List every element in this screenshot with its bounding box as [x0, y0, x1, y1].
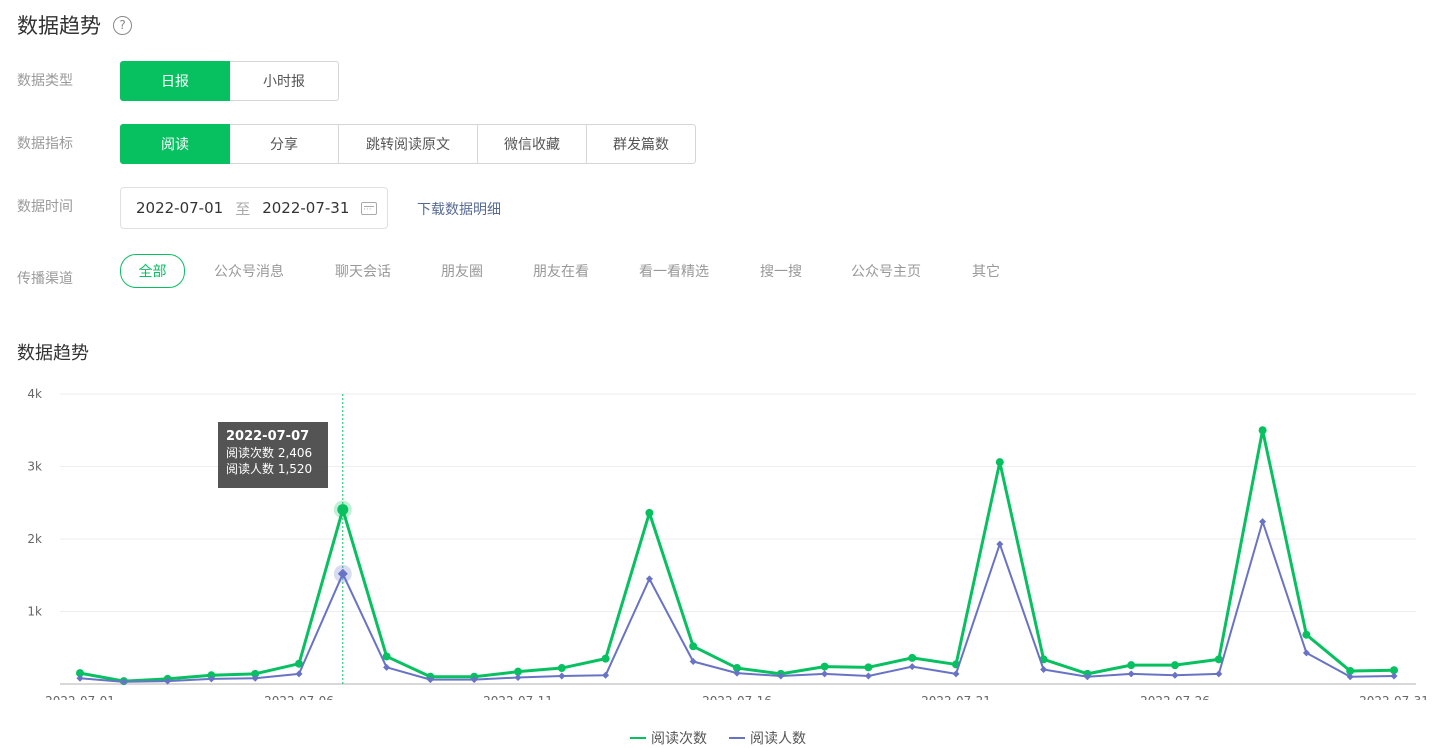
point-reads — [557, 664, 566, 673]
point-readers — [1127, 670, 1135, 678]
legend-label-readers: 阅读人数 — [750, 731, 806, 747]
y-tick-label: 3k — [27, 460, 42, 474]
point-reads — [337, 504, 349, 516]
metric-segment: 阅读 分享 跳转阅读原文 微信收藏 群发篇数 — [120, 124, 696, 164]
series-line-1 — [79, 520, 1395, 683]
download-detail-link[interactable]: 下载数据明细 — [417, 199, 501, 219]
metric-posts-button[interactable]: 群发篇数 — [586, 124, 696, 164]
channel-other[interactable]: 其它 — [972, 261, 1000, 281]
metric-jump-button[interactable]: 跳转阅读原文 — [338, 124, 478, 164]
x-tick-label: 2022-07-01 — [45, 694, 115, 700]
point-readers — [558, 672, 566, 680]
legend-marker-readers — [729, 737, 745, 739]
date-end[interactable]: 2022-07-31 — [262, 199, 349, 217]
point-readers — [689, 658, 697, 666]
date-range-picker[interactable]: 2022-07-01 至 2022-07-31 — [120, 187, 388, 229]
point-reads — [645, 508, 654, 517]
point-reads — [689, 642, 698, 651]
x-tick-label: 2022-07-26 — [1140, 694, 1210, 700]
point-readers — [1390, 672, 1398, 680]
type-daily-button[interactable]: 日报 — [120, 61, 230, 101]
page-title-text: 数据趋势 — [17, 14, 101, 38]
x-tick-label: 2022-07-11 — [483, 694, 553, 700]
tooltip-readers: 阅读人数 1,520 — [226, 462, 313, 476]
section-title: 数据趋势 — [17, 343, 89, 364]
metric-label: 数据指标 — [17, 136, 73, 152]
channel-top-stories[interactable]: 看一看精选 — [639, 261, 709, 281]
channel-all[interactable]: 全部 — [120, 254, 185, 288]
page-title: 数据趋势 ? — [17, 10, 132, 40]
point-readers — [514, 673, 522, 681]
legend-item-readers[interactable]: 阅读人数 — [729, 728, 806, 748]
point-readers — [602, 671, 610, 679]
time-label: 数据时间 — [17, 199, 73, 215]
type-segment: 日报 小时报 — [120, 61, 339, 101]
channel-search[interactable]: 搜一搜 — [760, 261, 802, 281]
metric-read-button[interactable]: 阅读 — [120, 124, 230, 164]
y-tick-label: 1k — [27, 605, 42, 619]
calendar-icon[interactable] — [361, 202, 377, 215]
metric-favorite-button[interactable]: 微信收藏 — [477, 124, 587, 164]
question-circle-icon[interactable]: ? — [113, 15, 132, 35]
type-hourly-button[interactable]: 小时报 — [229, 61, 339, 101]
y-tick-label: 2k — [27, 532, 42, 546]
point-reads — [1171, 661, 1179, 670]
point-readers — [645, 575, 653, 583]
y-tick-label: 4k — [27, 387, 42, 401]
x-tick-label: 2022-07-16 — [702, 694, 772, 700]
point-reads — [1127, 661, 1136, 670]
channel-friends-watching[interactable]: 朋友在看 — [533, 261, 589, 281]
point-reads — [864, 663, 873, 672]
channel-official-msg[interactable]: 公众号消息 — [214, 261, 284, 281]
point-readers — [1215, 670, 1223, 678]
x-tick-label: 2022-07-06 — [264, 694, 334, 700]
point-readers — [908, 663, 916, 671]
chart-legend: 阅读次数 阅读人数 — [630, 728, 806, 748]
channel-homepage[interactable]: 公众号主页 — [851, 261, 921, 281]
point-readers — [952, 670, 960, 678]
channel-chat[interactable]: 聊天会话 — [335, 261, 391, 281]
x-tick-label: 2022-07-21 — [921, 694, 991, 700]
tooltip-reads: 阅读次数 2,406 — [226, 446, 313, 460]
legend-label-reads: 阅读次数 — [651, 731, 707, 747]
legend-marker-reads — [630, 737, 646, 739]
point-reads — [601, 654, 610, 663]
point-reads — [1302, 630, 1311, 639]
point-readers — [821, 670, 829, 678]
point-readers — [1259, 518, 1267, 526]
point-reads — [820, 662, 829, 671]
point-reads — [908, 653, 917, 662]
date-start[interactable]: 2022-07-01 — [136, 199, 223, 217]
point-reads — [1258, 426, 1267, 435]
point-readers — [996, 540, 1004, 548]
point-readers — [1040, 666, 1048, 673]
point-readers — [383, 663, 391, 671]
point-readers — [295, 670, 303, 678]
tooltip-date: 2022-07-07 — [226, 429, 310, 444]
legend-item-reads[interactable]: 阅读次数 — [630, 728, 707, 748]
channel-label: 传播渠道 — [17, 271, 73, 287]
channel-moments[interactable]: 朋友圈 — [441, 261, 483, 281]
metric-share-button[interactable]: 分享 — [229, 124, 339, 164]
x-tick-label: 2022-07-31 — [1359, 694, 1429, 700]
point-readers — [864, 672, 872, 680]
point-reads — [995, 458, 1004, 467]
chart-tooltip: 2022-07-07 阅读次数 2,406 阅读人数 1,520 — [218, 422, 328, 488]
date-separator: 至 — [235, 199, 251, 218]
type-label: 数据类型 — [17, 73, 73, 89]
point-readers — [1171, 671, 1179, 679]
